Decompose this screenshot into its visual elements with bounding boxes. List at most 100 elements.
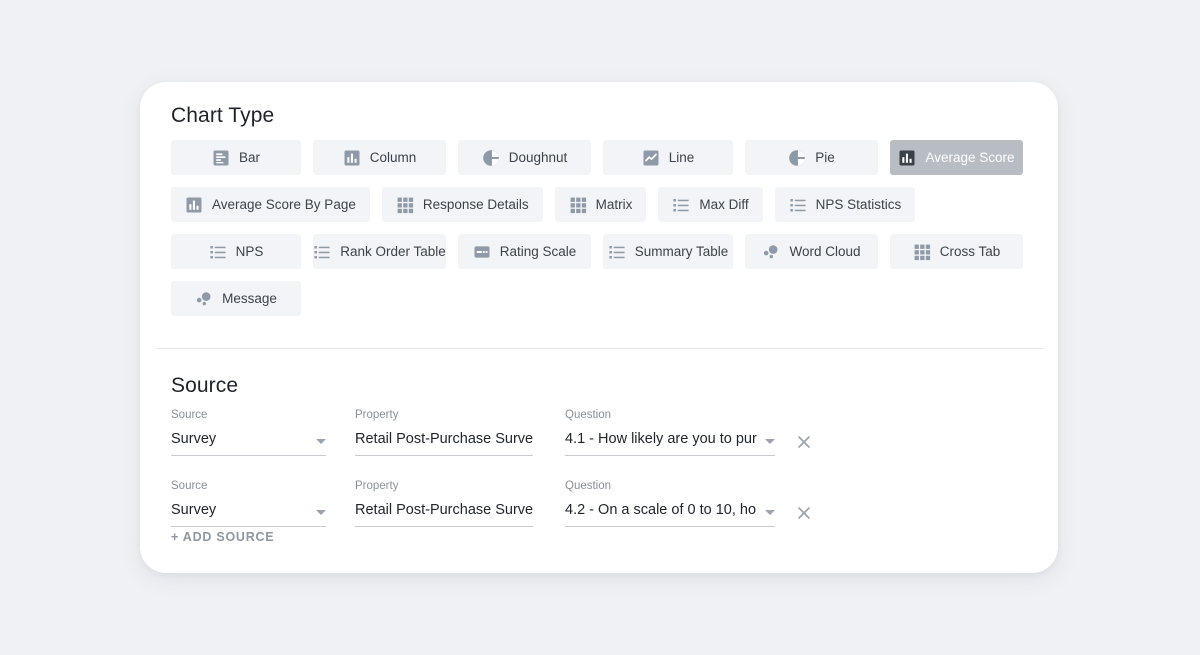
chart-type-button-pie[interactable]: Pie xyxy=(745,140,878,175)
chart-type-button-nps-statistics[interactable]: NPS Statistics xyxy=(774,187,916,222)
chart-type-button-summary-table[interactable]: Summary Table xyxy=(603,234,733,269)
question-select-value: 4.2 - On a scale of 0 to 10, ho... xyxy=(565,503,757,519)
source-select-field[interactable]: Source Survey xyxy=(171,479,326,527)
chart-type-button-response-details[interactable]: Response Details xyxy=(381,187,543,222)
doughnut-chart-icon xyxy=(482,149,500,167)
section-divider xyxy=(156,348,1044,349)
property-field[interactable]: Property Retail Post-Purchase Survey xyxy=(355,479,533,527)
word-cloud-icon xyxy=(195,290,213,308)
chart-type-button-label: Summary Table xyxy=(634,243,729,259)
list-icon xyxy=(209,243,227,261)
chart-type-button-word-cloud[interactable]: Word Cloud xyxy=(745,234,878,269)
property-value-wrapper[interactable]: Retail Post-Purchase Survey xyxy=(355,503,533,527)
word-cloud-icon xyxy=(762,243,780,261)
source-select-field[interactable]: Source Survey xyxy=(171,408,326,456)
source-row: Source Survey Property Retail Post-Purchase… xyxy=(171,407,1031,456)
chart-type-button-label: NPS Statistics xyxy=(815,196,902,212)
question-select-field[interactable]: Question 4.2 - On a scale of 0 to 10, ho.… xyxy=(565,479,775,527)
property-value-wrapper[interactable]: Retail Post-Purchase Survey xyxy=(355,432,533,456)
chevron-down-icon[interactable] xyxy=(316,510,326,515)
chart-type-button-label: Word Cloud xyxy=(789,243,861,259)
chart-type-button-label: Matrix xyxy=(595,196,633,212)
list-icon xyxy=(608,243,626,261)
chart-type-row: Message xyxy=(171,281,1031,316)
chevron-down-icon[interactable] xyxy=(316,439,326,444)
close-icon xyxy=(798,507,810,519)
chart-type-button-label: Max Diff xyxy=(699,196,749,212)
screenshot-root: Chart Type Bar Column Doughnut Line Pie Avera… xyxy=(0,0,1200,655)
question-select-value-wrapper[interactable]: 4.2 - On a scale of 0 to 10, ho... xyxy=(565,503,775,527)
chart-type-button-label: Message xyxy=(222,290,277,306)
list-icon xyxy=(789,196,807,214)
chart-type-button-nps[interactable]: NPS xyxy=(171,234,301,269)
chart-type-button-label: Rating Scale xyxy=(499,243,577,259)
column-chart-icon xyxy=(343,149,361,167)
question-select-value: 4.1 - How likely are you to pur... xyxy=(565,432,757,448)
property-value: Retail Post-Purchase Survey xyxy=(355,503,533,519)
column-chart-icon xyxy=(898,149,916,167)
property-field[interactable]: Property Retail Post-Purchase Survey xyxy=(355,408,533,456)
chart-type-button-label: Rank Order Table xyxy=(340,243,446,259)
chart-type-button-rating-scale[interactable]: Rating Scale xyxy=(458,234,591,269)
chart-type-button-label: Response Details xyxy=(422,196,529,212)
chart-type-button-label: Line xyxy=(668,149,695,165)
remove-source-button[interactable] xyxy=(791,429,817,455)
chart-type-row: NPS Rank Order Table Rating Scale Summary T… xyxy=(171,234,1031,269)
source-select-value: Survey xyxy=(171,503,217,519)
chart-type-button-column[interactable]: Column xyxy=(313,140,446,175)
chart-type-button-label: Pie xyxy=(815,149,835,165)
line-chart-icon xyxy=(642,149,660,167)
chart-type-row: Bar Column Doughnut Line Pie Average Score xyxy=(171,140,1031,175)
chart-type-button-cross-tab[interactable]: Cross Tab xyxy=(890,234,1023,269)
chart-type-button-grid: Bar Column Doughnut Line Pie Average Score Ave… xyxy=(171,140,1031,328)
grid-icon xyxy=(913,243,931,261)
chart-type-button-max-diff[interactable]: Max Diff xyxy=(658,187,763,222)
list-icon xyxy=(313,243,331,261)
source-select-label: Source xyxy=(171,479,208,492)
chart-type-button-matrix[interactable]: Matrix xyxy=(554,187,647,222)
close-icon xyxy=(798,436,810,448)
column-chart-icon xyxy=(185,196,203,214)
chart-type-button-bar[interactable]: Bar xyxy=(171,140,301,175)
chevron-down-icon[interactable] xyxy=(765,439,775,444)
source-row: Source Survey Property Retail Post-Purchase… xyxy=(171,478,1031,527)
chart-type-button-label: NPS xyxy=(235,243,264,259)
property-value: Retail Post-Purchase Survey xyxy=(355,432,533,448)
question-select-value-wrapper[interactable]: 4.1 - How likely are you to pur... xyxy=(565,432,775,456)
chart-type-button-average-score-by-page[interactable]: Average Score By Page xyxy=(171,187,370,222)
chart-type-button-message[interactable]: Message xyxy=(171,281,301,316)
source-select-value-wrapper[interactable]: Survey xyxy=(171,432,326,456)
chart-type-button-label: Average Score xyxy=(925,149,1015,165)
chart-type-button-doughnut[interactable]: Doughnut xyxy=(458,140,591,175)
chart-type-button-label: Column xyxy=(369,149,417,165)
chevron-down-icon[interactable] xyxy=(765,510,775,515)
rating-scale-icon xyxy=(473,243,491,261)
chart-type-button-line[interactable]: Line xyxy=(603,140,733,175)
property-label: Property xyxy=(355,479,399,492)
chart-type-row: Average Score By Page Response Details Mat… xyxy=(171,187,1031,222)
grid-icon xyxy=(569,196,587,214)
property-label: Property xyxy=(355,408,399,421)
chart-type-button-average-score[interactable]: Average Score xyxy=(890,140,1023,175)
chart-type-heading: Chart Type xyxy=(171,104,275,127)
chart-settings-card: Chart Type Bar Column Doughnut Line Pie Avera… xyxy=(140,82,1058,573)
source-heading: Source xyxy=(171,374,239,397)
add-source-button[interactable]: + ADD SOURCE xyxy=(171,530,274,544)
question-select-field[interactable]: Question 4.1 - How likely are you to pur.… xyxy=(565,408,775,456)
chart-type-button-label: Average Score By Page xyxy=(212,196,356,212)
chart-type-button-label: Bar xyxy=(238,149,260,165)
grid-icon xyxy=(396,196,414,214)
remove-source-button[interactable] xyxy=(791,500,817,526)
source-select-label: Source xyxy=(171,408,208,421)
bar-chart-icon xyxy=(212,149,230,167)
source-select-value-wrapper[interactable]: Survey xyxy=(171,503,326,527)
question-select-label: Question xyxy=(565,479,612,492)
chart-type-button-rank-order-table[interactable]: Rank Order Table xyxy=(313,234,446,269)
source-rows: Source Survey Property Retail Post-Purchase… xyxy=(171,407,1031,549)
list-icon xyxy=(672,196,690,214)
source-select-value: Survey xyxy=(171,432,217,448)
chart-type-button-label: Doughnut xyxy=(508,149,568,165)
pie-chart-icon xyxy=(788,149,806,167)
question-select-label: Question xyxy=(565,408,612,421)
chart-type-button-label: Cross Tab xyxy=(939,243,1001,259)
